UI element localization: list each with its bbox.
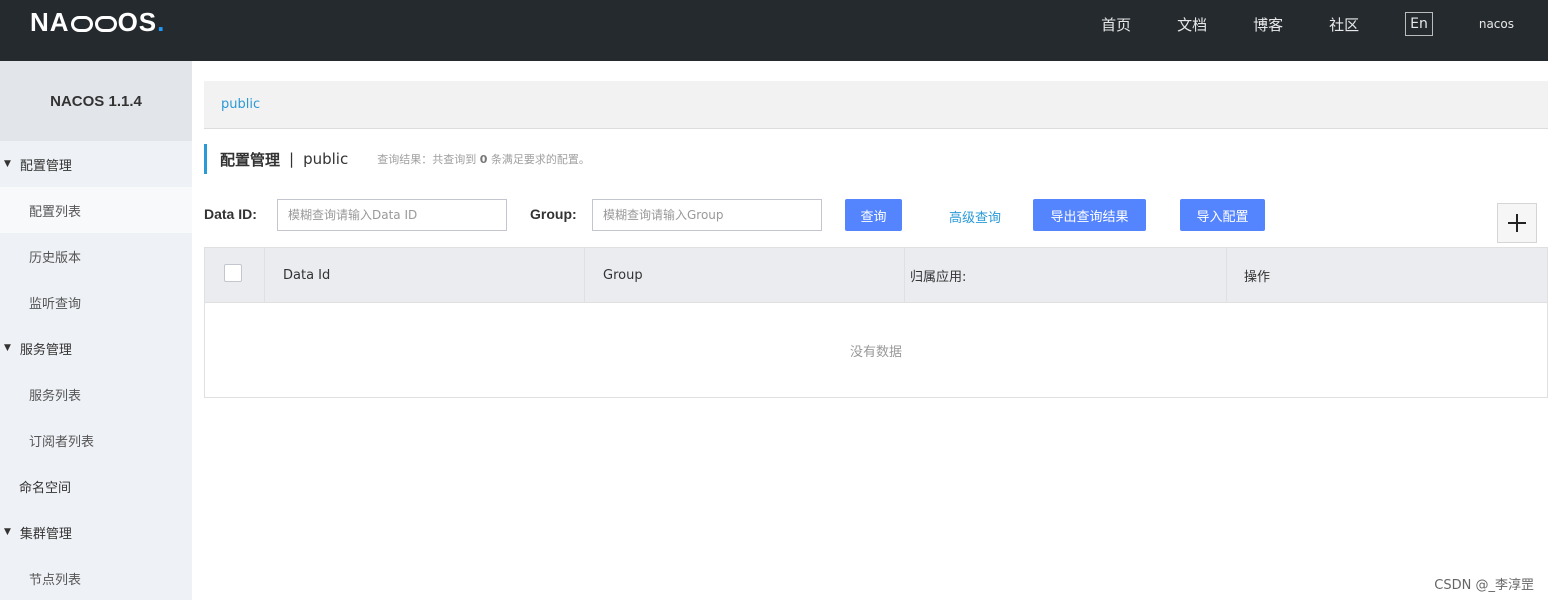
column-header-group[interactable]: Group	[585, 248, 905, 303]
top-header: NA OS . 首页 文档 博客 社区 En nacos	[0, 0, 1548, 61]
sidebar-item-subscriber-list[interactable]: 订阅者列表	[0, 417, 192, 463]
table-empty-state: 没有数据	[849, 344, 902, 360]
select-all-cell	[205, 248, 265, 303]
page-namespace: public	[303, 150, 349, 168]
sidebar-group-service[interactable]: ▼ 服务管理	[0, 325, 192, 371]
watermark: CSDN @_李淳罡	[1434, 578, 1534, 593]
result-suffix: 条满足要求的配置。	[490, 153, 590, 166]
advanced-query-link[interactable]: 高级查询	[949, 207, 1001, 226]
result-prefix: 查询结果：共查询到	[377, 153, 477, 166]
import-config-button[interactable]: 导入配置	[1180, 199, 1265, 231]
caret-down-icon: ▼	[4, 527, 11, 537]
top-nav: 首页 文档 博客 社区 En nacos	[1101, 0, 1548, 48]
sidebar-group-cluster[interactable]: ▼ 集群管理	[0, 509, 192, 555]
table-header: Data Id Group 归属应用: 操作	[205, 248, 1547, 303]
page-title-row: 配置管理 | public 查询结果：共查询到 0 条满足要求的配置。	[204, 143, 590, 175]
title-separator: |	[289, 150, 295, 168]
sidebar-group-config[interactable]: ▼ 配置管理	[0, 141, 192, 187]
filter-bar: Data ID: 模糊查询请输入Data ID Group: 模糊查询请输入Gr…	[204, 199, 1548, 231]
logo-o-ring	[94, 16, 117, 32]
sidebar-item-config-list[interactable]: 配置列表	[0, 187, 192, 233]
group-label: Group:	[530, 206, 577, 222]
version-title: NACOS 1.1.4	[0, 61, 192, 141]
sidebar-group-label: 配置管理	[19, 158, 72, 174]
namespace-tab-public[interactable]: public	[221, 97, 260, 112]
column-header-app[interactable]: 归属应用:	[905, 248, 1227, 303]
select-all-checkbox[interactable]	[224, 263, 242, 282]
caret-down-icon: ▼	[4, 343, 11, 353]
sidebar-item-listener-query[interactable]: 监听查询	[0, 279, 192, 325]
nav-docs[interactable]: 文档	[1177, 14, 1207, 35]
result-count: 0	[479, 153, 488, 166]
sidebar-item-service-list[interactable]: 服务列表	[0, 371, 192, 417]
export-results-button[interactable]: 导出查询结果	[1033, 199, 1146, 231]
config-table: Data Id Group 归属应用: 操作 没有数据	[204, 247, 1548, 398]
plus-icon	[1508, 214, 1526, 232]
sidebar-item-namespace[interactable]: 命名空间	[0, 463, 192, 509]
logo-dot: .	[157, 7, 166, 37]
nacos-logo[interactable]: NA OS .	[30, 8, 165, 36]
nav-community[interactable]: 社区	[1329, 14, 1359, 35]
sidebar: NACOS 1.1.4 ▼ 配置管理 配置列表 历史版本 监听查询 ▼ 服务管理…	[0, 61, 192, 600]
sidebar-item-node-list[interactable]: 节点列表	[0, 555, 192, 600]
data-id-input[interactable]: 模糊查询请输入Data ID	[277, 199, 507, 231]
logo-text-part1: NA	[30, 7, 70, 37]
add-config-button[interactable]	[1497, 203, 1537, 243]
language-switch[interactable]: En	[1405, 12, 1433, 36]
data-id-label: Data ID:	[204, 206, 257, 222]
sidebar-group-label: 服务管理	[19, 342, 72, 358]
column-header-data-id[interactable]: Data Id	[265, 248, 585, 303]
main-content: public 配置管理 | public 查询结果：共查询到 0 条满足要求的配…	[204, 61, 1548, 600]
group-input[interactable]: 模糊查询请输入Group	[592, 199, 822, 231]
query-button[interactable]: 查询	[845, 199, 902, 231]
title-accent-bar	[204, 144, 207, 174]
user-name[interactable]: nacos	[1479, 17, 1514, 31]
sidebar-group-label: 集群管理	[19, 526, 72, 542]
caret-down-icon: ▼	[4, 159, 11, 169]
query-result-summary: 查询结果：共查询到 0 条满足要求的配置。	[377, 151, 590, 167]
sidebar-item-history[interactable]: 历史版本	[0, 233, 192, 279]
nav-blog[interactable]: 博客	[1253, 14, 1283, 35]
logo-c-ring	[70, 16, 93, 32]
nav-home[interactable]: 首页	[1101, 14, 1131, 35]
namespace-bar: public	[204, 81, 1548, 129]
page-title: 配置管理	[220, 150, 281, 169]
logo-text-part2: OS	[117, 7, 158, 37]
column-header-actions: 操作	[1244, 270, 1271, 285]
